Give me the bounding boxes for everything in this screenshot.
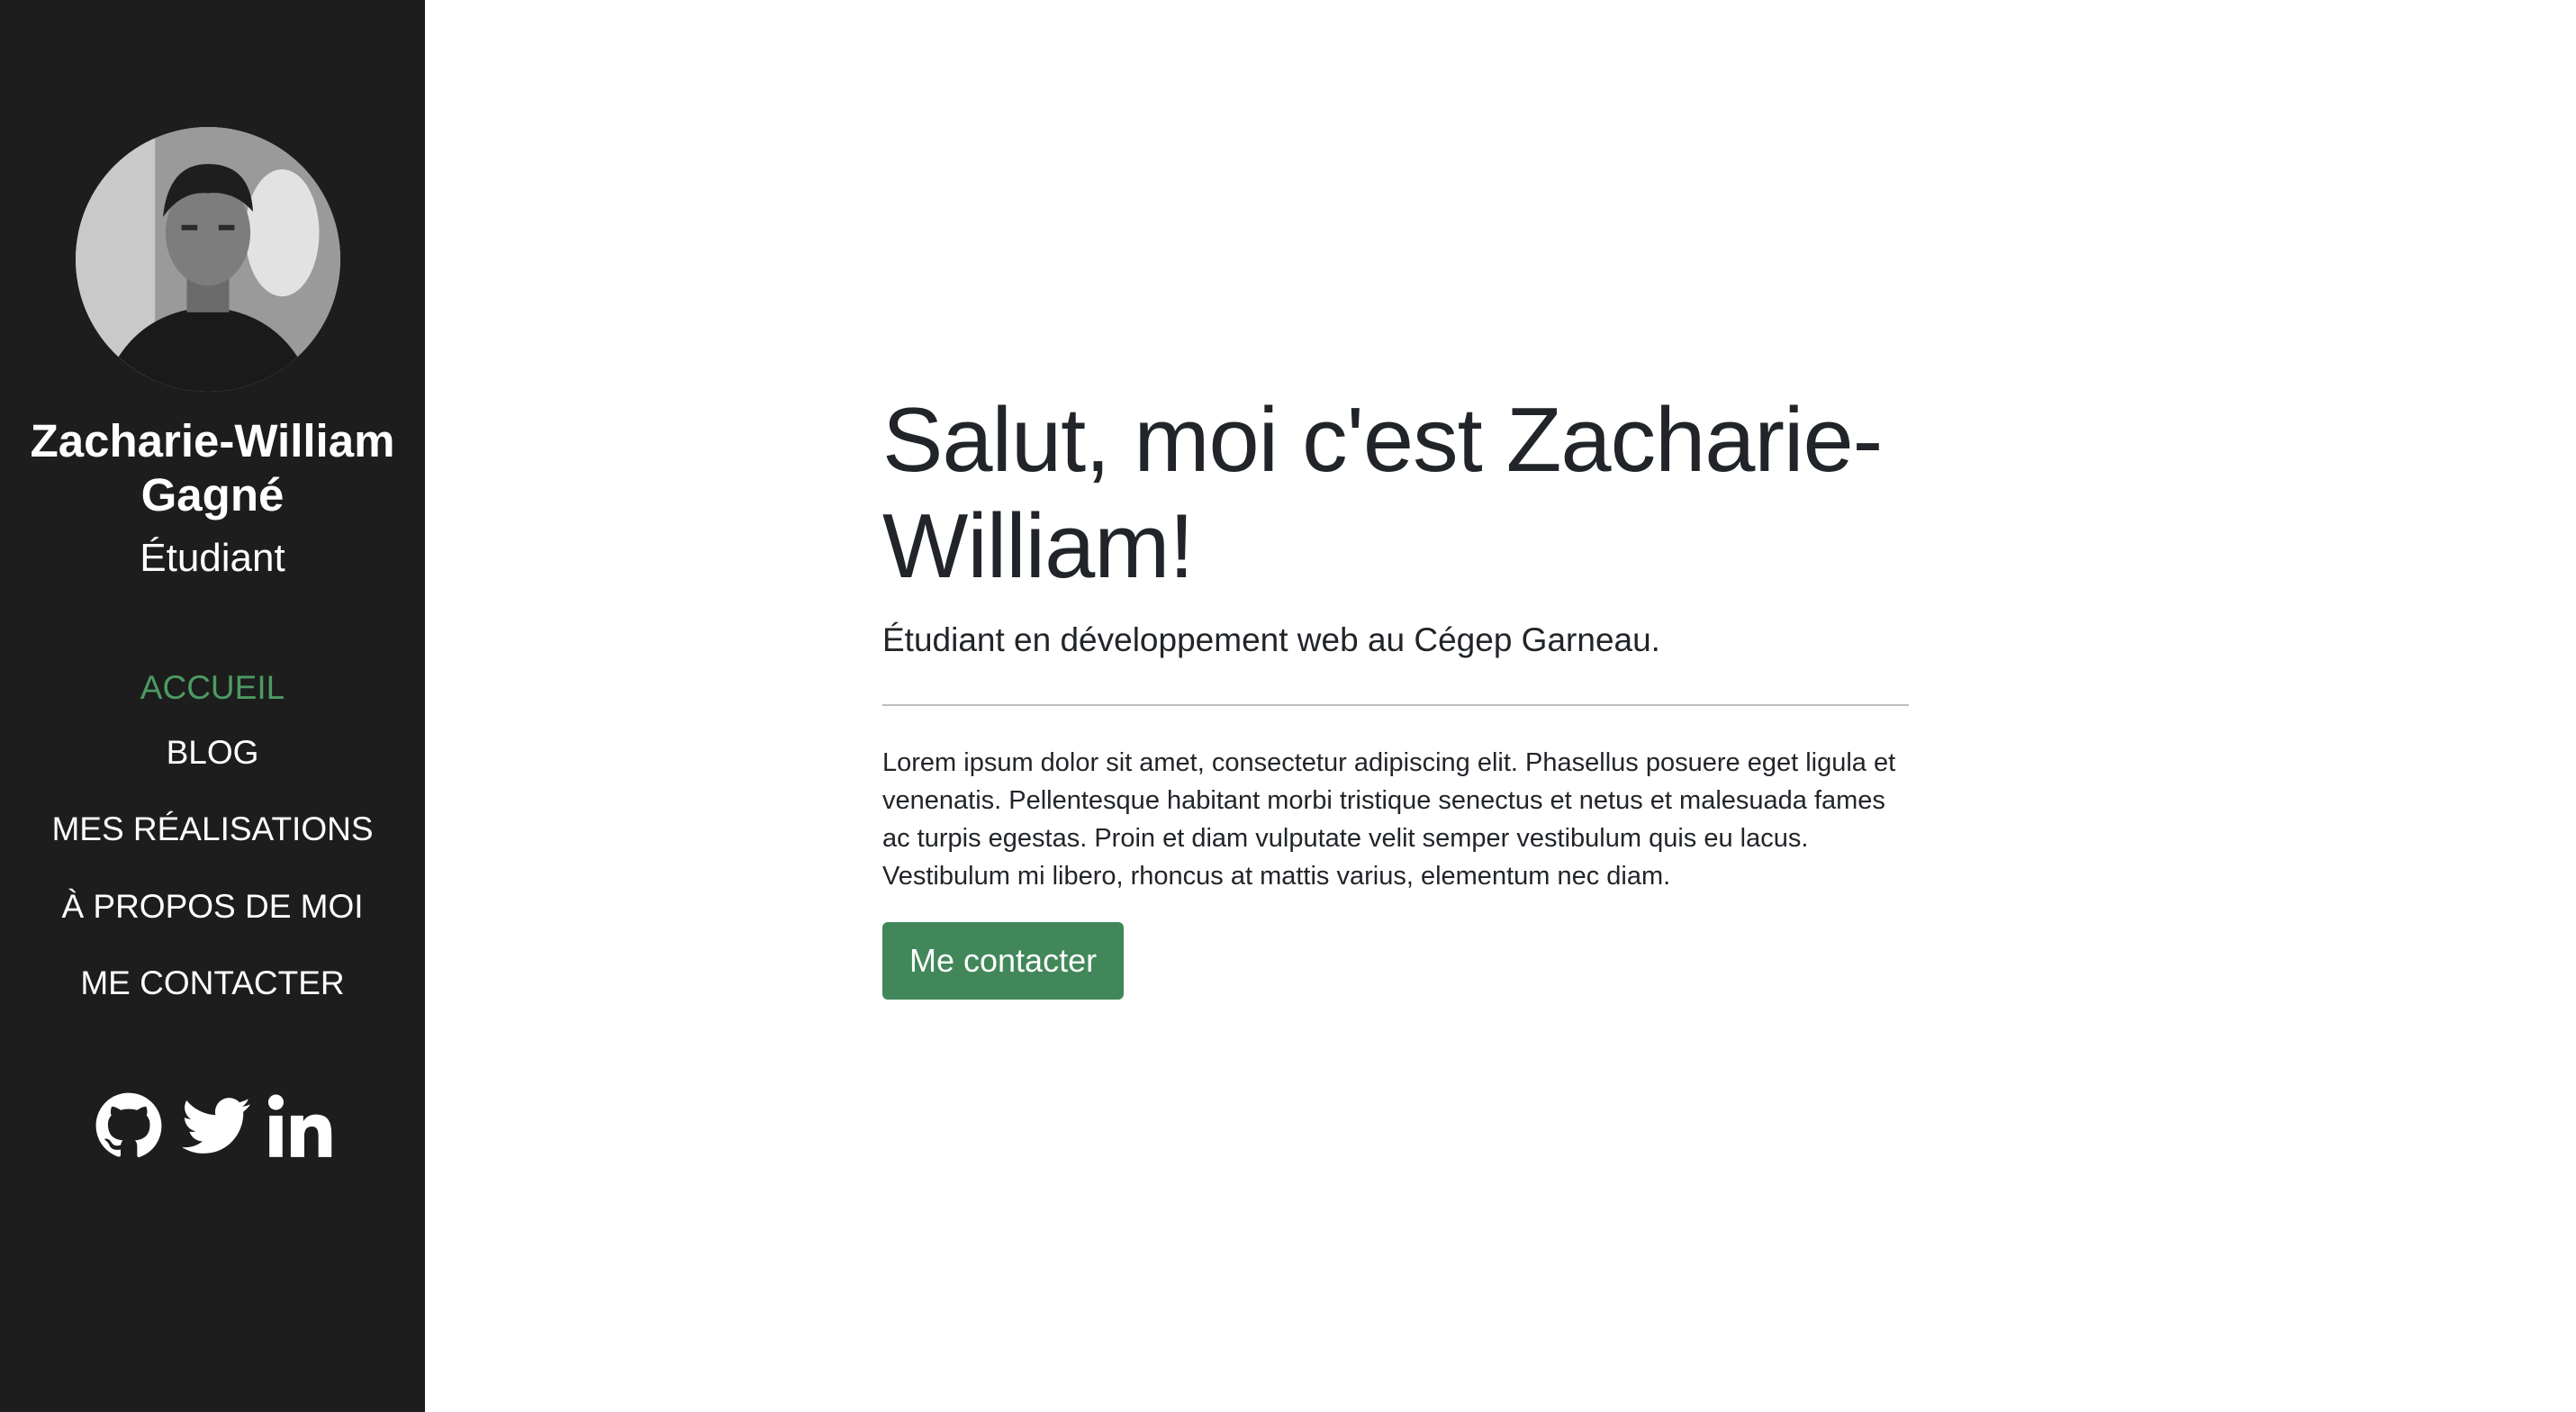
github-icon[interactable]	[95, 1091, 163, 1160]
profile-photo	[76, 127, 340, 392]
twitter-icon[interactable]	[182, 1091, 250, 1160]
nav-item-realisations[interactable]: MES RÉALISATIONS	[0, 808, 425, 851]
social-links	[0, 1091, 425, 1163]
contact-button[interactable]: Me contacter	[882, 922, 1125, 1000]
nav-item-a-propos[interactable]: À PROPOS DE MOI	[0, 885, 425, 928]
profile-avatar	[76, 127, 340, 392]
linkedin-icon[interactable]	[267, 1091, 335, 1160]
page-subtitle: Étudiant en développement web au Cégep G…	[882, 621, 1660, 658]
intro-paragraph: Lorem ipsum dolor sit amet, consectetur …	[882, 748, 1896, 891]
page-title: Salut, moi c'est Zacharie-William!	[882, 390, 1883, 597]
hero-section: Salut, moi c'est Zacharie-William! Étudi…	[882, 387, 1909, 1000]
nav-item-contact[interactable]: ME CONTACTER	[0, 962, 425, 1005]
nav-item-blog[interactable]: BLOG	[0, 731, 425, 774]
profile-role: Étudiant	[140, 536, 285, 580]
profile-name: Zacharie-William Gagné	[30, 415, 395, 520]
divider	[882, 704, 1909, 706]
nav-item-accueil[interactable]: ACCUEIL	[0, 666, 425, 710]
sidebar: Zacharie-William Gagné Étudiant ACCUEIL …	[0, 0, 425, 1412]
